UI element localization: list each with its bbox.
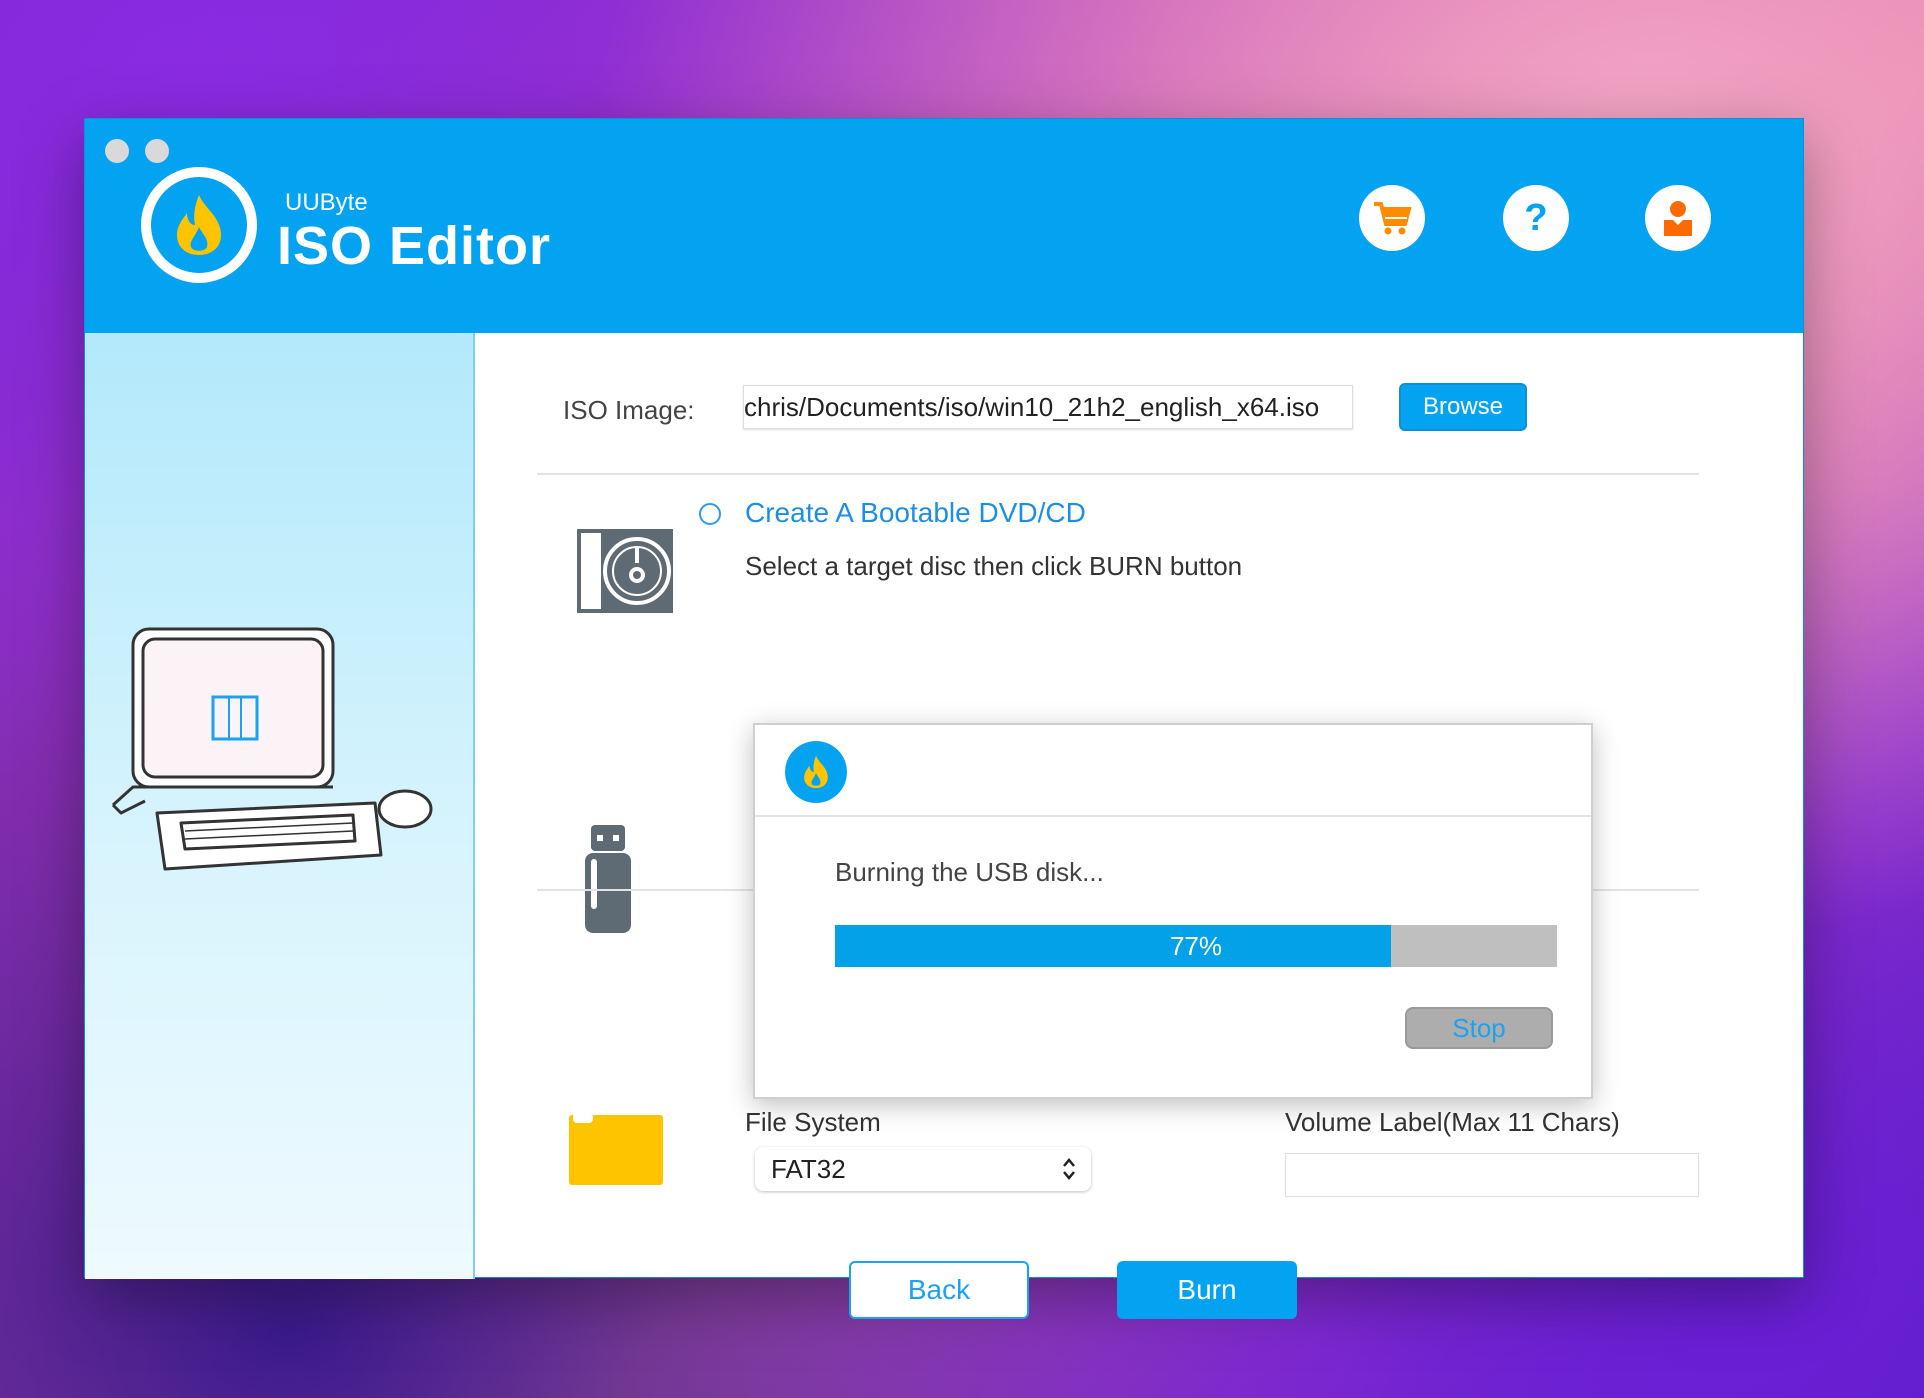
window-minimize-button[interactable] [145, 139, 169, 163]
window-close-button[interactable] [105, 139, 129, 163]
progress-bar: 77% [835, 925, 1557, 967]
iso-path-field[interactable]: chris/Documents/iso/win10_21h2_english_x… [743, 385, 1353, 429]
folder-icon [567, 1113, 665, 1192]
file-system-label: File System [745, 1107, 881, 1137]
dvd-option-label[interactable]: Create A Bootable DVD/CD [745, 497, 1086, 529]
brand-name: UUByte [285, 189, 368, 216]
user-icon [1664, 201, 1692, 236]
file-system-value: FAT32 [771, 1153, 846, 1184]
burn-button[interactable]: Burn [1117, 1261, 1297, 1319]
sidebar-illustration [85, 333, 475, 1279]
cart-icon [1374, 202, 1412, 235]
svg-text:?: ? [1524, 197, 1547, 239]
back-button[interactable]: Back [849, 1261, 1029, 1319]
progress-percent-text: 77% [1169, 930, 1223, 961]
browse-button[interactable]: Browse [1399, 383, 1527, 431]
app-title: ISO Editor [277, 216, 552, 276]
divider [537, 473, 1699, 475]
burn-progress-dialog: Burning the USB disk... 77% Stop [753, 723, 1593, 1099]
dialog-message: Burning the USB disk... [835, 857, 1104, 887]
volume-label-field[interactable] [1285, 1153, 1699, 1197]
dialog-divider [755, 815, 1591, 817]
cart-button[interactable] [1359, 185, 1425, 251]
dvd-instruction: Select a target disc then click BURN but… [745, 551, 1243, 581]
help-icon: ? [1524, 197, 1547, 239]
usb-drive-icon [583, 825, 633, 940]
iso-image-label: ISO Image: [563, 395, 695, 425]
stop-button[interactable]: Stop [1405, 1007, 1553, 1049]
dialog-logo [785, 741, 847, 803]
chevron-updown-icon [1063, 1158, 1075, 1180]
flame-icon [804, 755, 828, 789]
iso-path-value: chris/Documents/iso/win10_21h2_english_x… [744, 392, 1320, 422]
app-window: UUByte ISO Editor ? ISO Image: chris/Doc… [84, 118, 1804, 1319]
help-button[interactable]: ? [1503, 185, 1569, 251]
cd-dvd-icon [577, 529, 673, 618]
volume-label-label: Volume Label(Max 11 Chars) [1285, 1107, 1620, 1137]
file-system-select[interactable]: FAT32 [755, 1147, 1091, 1191]
account-button[interactable] [1645, 185, 1711, 251]
app-logo [141, 167, 257, 283]
dvd-option-radio[interactable] [699, 503, 721, 525]
computer-illustration [111, 627, 433, 871]
app-header: UUByte ISO Editor ? [85, 119, 1803, 333]
flame-icon [177, 195, 221, 255]
